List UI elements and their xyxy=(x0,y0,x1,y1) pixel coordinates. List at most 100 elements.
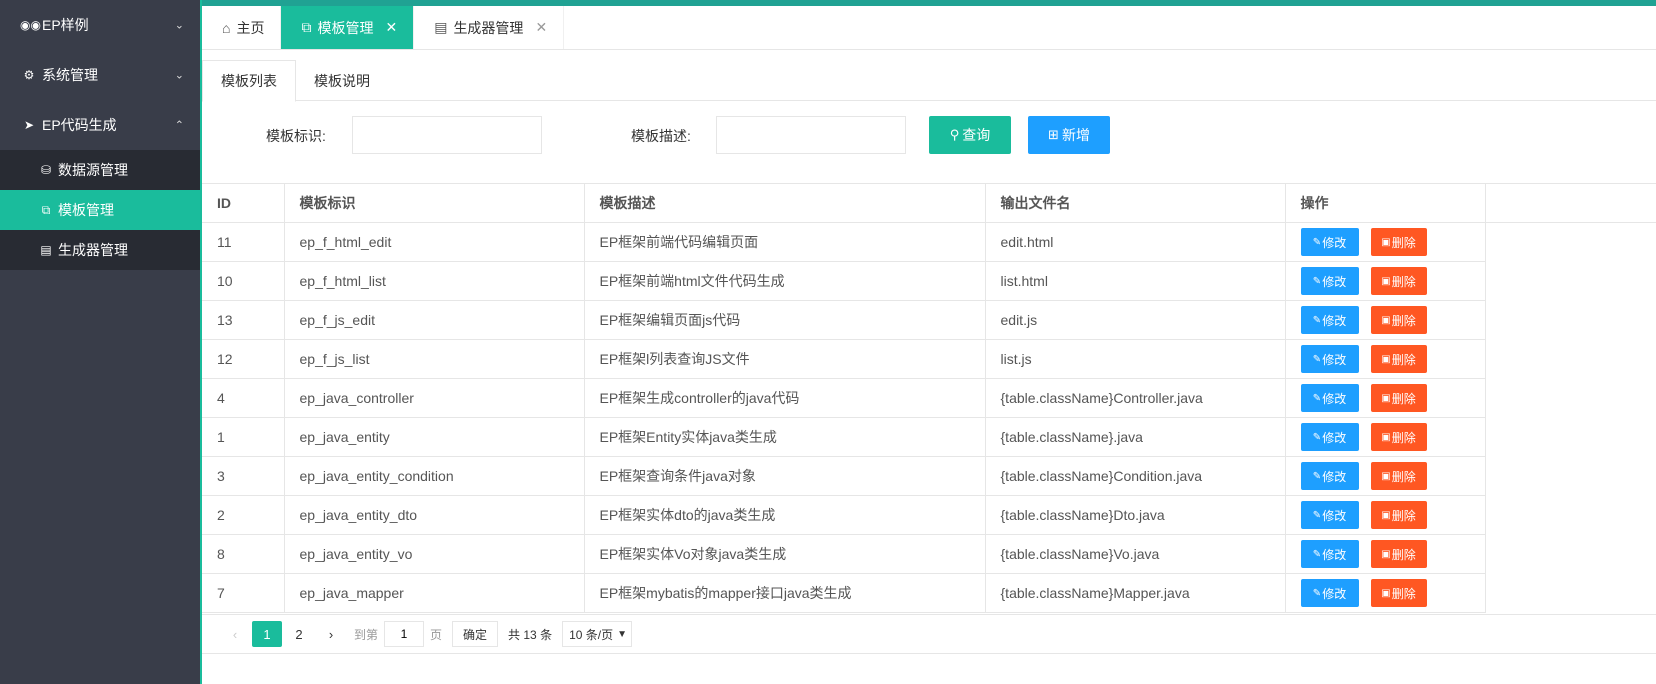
id-cell: 10 xyxy=(202,261,285,301)
sidebar: ◉◉ EP样例 ⌄ ⚙ 系统管理 ⌄ ➤ EP代码生成 ⌃ ⛁ 数据源管理 ⧉ … xyxy=(0,0,200,684)
tab-generator-management[interactable]: ▤ 生成器管理 ✕ xyxy=(414,6,565,49)
spacer-cell xyxy=(1485,457,1656,496)
tab-template-management[interactable]: ⧉ 模板管理 ✕ xyxy=(281,6,415,49)
table-row: 10 ep_f_html_list EP框架前端html文件代码生成 list.htm… xyxy=(202,261,1656,301)
desc-cell: EP框架生成controller的java代码 xyxy=(583,378,986,418)
trash-icon: ▣ xyxy=(1381,275,1391,287)
edit-button[interactable]: ✎ 修改 xyxy=(1300,306,1359,334)
delete-button[interactable]: ▣ 删除 xyxy=(1370,423,1427,451)
spacer-cell xyxy=(1485,223,1656,262)
tab-home[interactable]: ⌂ 主页 xyxy=(202,6,282,49)
delete-button[interactable]: ▣ 删除 xyxy=(1370,579,1427,607)
delete-button[interactable]: ▣ 删除 xyxy=(1370,306,1427,334)
table-row: 3 ep_java_entity_condition EP框架查询条件java对象{… xyxy=(202,456,1656,496)
sidebar-item-label: 数据源管理 xyxy=(58,162,128,178)
plus-square-icon: ⊞ xyxy=(1048,127,1059,142)
actions-cell: ✎ 修改 ▣ 删除 xyxy=(1284,300,1486,340)
delete-button[interactable]: ▣ 删除 xyxy=(1370,501,1427,529)
edit-button[interactable]: ✎ 修改 xyxy=(1300,501,1359,529)
next-page-icon[interactable]: › xyxy=(316,621,346,647)
delete-button[interactable]: ▣ 删除 xyxy=(1370,345,1427,373)
trash-icon: ▣ xyxy=(1381,509,1391,521)
template-table: ID 模板标识 模板描述 输出文件名 操作 11 ep_f_html_edit EP… xyxy=(202,183,1656,613)
query-button[interactable]: ⚲ 查询 xyxy=(929,116,1011,154)
sidebar-item-templates[interactable]: ⧉ 模板管理 xyxy=(0,190,200,230)
sidebar-group-system[interactable]: ⚙ 系统管理 ⌄ xyxy=(0,50,200,100)
cogs-icon: ⚙ xyxy=(23,68,35,82)
sidebar-group-ep-samples[interactable]: ◉◉ EP样例 ⌄ xyxy=(0,0,200,50)
delete-button[interactable]: ▣ 删除 xyxy=(1370,228,1427,256)
column-header-spacer xyxy=(1484,183,1656,223)
table-row: 11 ep_f_html_edit EP框架前端代码编辑页面 edit.html ✎ 修改… xyxy=(202,222,1656,262)
page-size-value: 10 条/页 xyxy=(569,627,614,642)
table-row: 13 ep_f_js_edit EP框架编辑页面js代码 edit.js ✎ 修改 ▣ 删除 xyxy=(202,300,1656,340)
bed-icon: ▤ xyxy=(434,19,448,35)
sidebar-item-generators[interactable]: ▤ 生成器管理 xyxy=(0,230,200,270)
desc-cell: EP框架实体Vo对象java类生成 xyxy=(583,534,986,574)
prev-page-icon[interactable]: ‹ xyxy=(220,621,250,647)
file-cell: {table.className}Controller.java xyxy=(984,378,1286,418)
edit-button[interactable]: ✎ 修改 xyxy=(1300,540,1359,568)
id-cell: 11 xyxy=(202,222,285,262)
edit-button[interactable]: ✎ 修改 xyxy=(1300,345,1359,373)
delete-button[interactable]: ▣ 删除 xyxy=(1370,267,1427,295)
trash-icon: ▣ xyxy=(1381,353,1391,365)
edit-icon: ✎ xyxy=(1312,353,1322,365)
spacer-cell xyxy=(1485,418,1656,457)
goto-confirm-button[interactable]: 确定 xyxy=(452,621,499,647)
edit-button[interactable]: ✎ 修改 xyxy=(1300,228,1359,256)
trash-icon: ▣ xyxy=(1381,587,1391,599)
edit-button-label: 修改 xyxy=(1322,274,1347,289)
sidebar-item-datasource[interactable]: ⛁ 数据源管理 xyxy=(0,150,200,190)
edit-icon: ✎ xyxy=(1312,275,1322,287)
spacer-cell xyxy=(1485,535,1656,574)
spacer-cell xyxy=(1485,262,1656,301)
page-size-select[interactable]: 10 条/页 ▼ xyxy=(562,621,633,647)
file-cell: {table.className}Mapper.java xyxy=(984,573,1286,613)
spacer-cell xyxy=(1485,301,1656,340)
goto-label: 到第 xyxy=(354,627,379,642)
name-cell: ep_java_controller xyxy=(283,378,585,418)
page-2-button[interactable]: 2 xyxy=(284,621,314,647)
id-cell: 7 xyxy=(202,573,285,613)
close-icon[interactable]: ✕ xyxy=(535,19,547,36)
close-icon[interactable]: ✕ xyxy=(385,19,397,36)
goto-page-input[interactable] xyxy=(384,621,425,647)
tab-template-list[interactable]: 模板列表 xyxy=(202,60,296,102)
template-id-input[interactable] xyxy=(352,116,542,154)
desc-cell: EP框架mybatis的mapper接口java类生成 xyxy=(583,573,986,613)
desc-cell: EP框架查询条件java对象 xyxy=(583,456,986,496)
add-button[interactable]: ⊞ 新增 xyxy=(1028,116,1110,154)
page-1-button[interactable]: 1 xyxy=(252,621,282,647)
id-cell: 8 xyxy=(202,534,285,574)
edit-button-label: 修改 xyxy=(1322,352,1347,367)
trash-icon: ▣ xyxy=(1381,431,1391,443)
edit-icon: ✎ xyxy=(1312,587,1322,599)
delete-button[interactable]: ▣ 删除 xyxy=(1370,384,1427,412)
name-cell: ep_f_js_list xyxy=(283,339,585,379)
column-header-id: ID xyxy=(202,183,285,223)
desc-cell: EP框架实体dto的java类生成 xyxy=(583,495,986,535)
edit-button[interactable]: ✎ 修改 xyxy=(1300,267,1359,295)
name-cell: ep_java_entity xyxy=(283,417,585,457)
edit-icon: ✎ xyxy=(1312,548,1322,560)
tab-template-help[interactable]: 模板说明 xyxy=(296,60,388,101)
delete-button[interactable]: ▣ 删除 xyxy=(1370,462,1427,490)
edit-icon: ✎ xyxy=(1312,470,1322,482)
edit-button[interactable]: ✎ 修改 xyxy=(1300,384,1359,412)
id-cell: 1 xyxy=(202,417,285,457)
edit-icon: ✎ xyxy=(1312,314,1322,326)
delete-button[interactable]: ▣ 删除 xyxy=(1370,540,1427,568)
edit-button[interactable]: ✎ 修改 xyxy=(1300,579,1359,607)
query-button-label: 查询 xyxy=(962,127,991,143)
id-cell: 12 xyxy=(202,339,285,379)
sidebar-group-codegen[interactable]: ➤ EP代码生成 ⌃ xyxy=(0,100,200,150)
edit-button[interactable]: ✎ 修改 xyxy=(1300,423,1359,451)
actions-cell: ✎ 修改 ▣ 删除 xyxy=(1284,573,1486,613)
edit-button[interactable]: ✎ 修改 xyxy=(1300,462,1359,490)
sidebar-group-label: 系统管理 xyxy=(42,67,98,83)
column-header-file: 输出文件名 xyxy=(984,183,1286,223)
template-desc-input[interactable] xyxy=(716,116,906,154)
delete-button-label: 删除 xyxy=(1391,430,1416,445)
edit-icon: ✎ xyxy=(1312,509,1322,521)
